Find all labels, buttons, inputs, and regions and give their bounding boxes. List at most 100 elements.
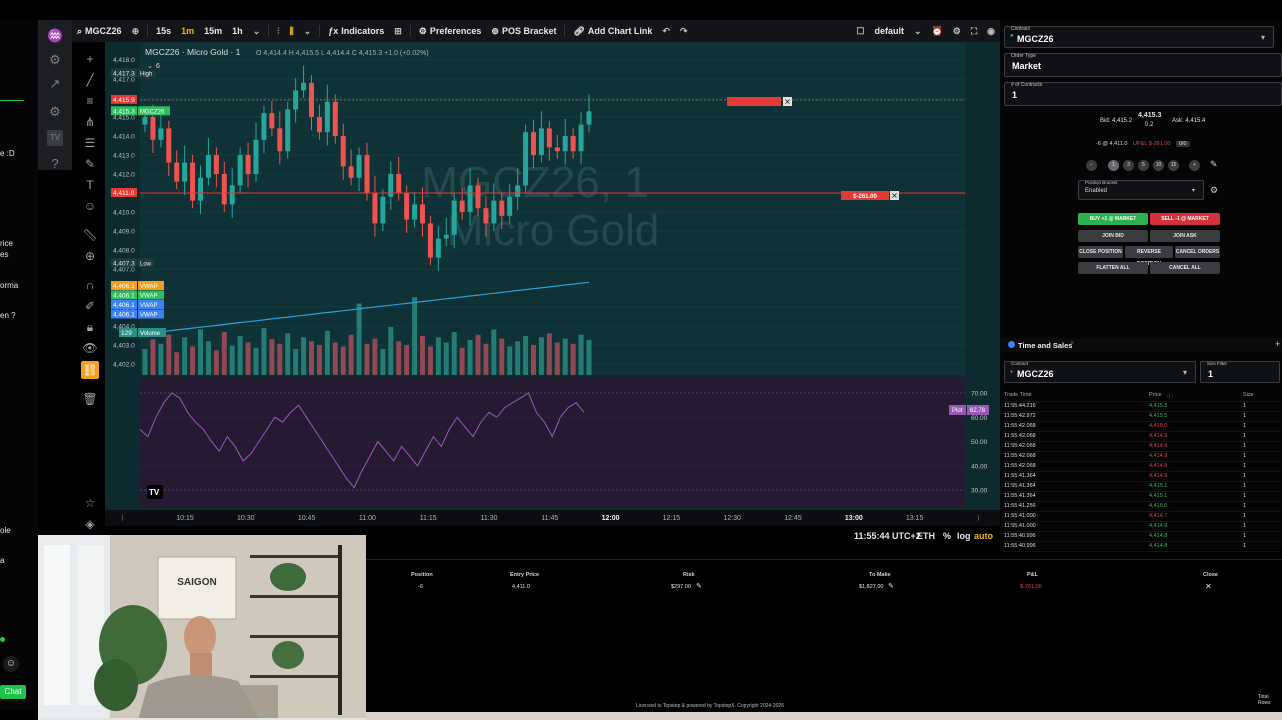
buy-market-button[interactable]: BUY +1 @ MARKET <box>1078 213 1148 225</box>
session-toggle[interactable]: ETH <box>917 531 935 541</box>
interval-1m[interactable]: 1m <box>176 26 199 36</box>
order-type-select[interactable]: Order Type Market <box>1004 53 1282 77</box>
col-trade-time: Trade Time <box>1004 392 1032 398</box>
interval-15s[interactable]: 15s <box>151 26 176 36</box>
chevron-down-icon[interactable]: ⌄ <box>248 26 266 37</box>
crosshair-icon[interactable]: + <box>81 50 99 68</box>
symbol-search[interactable]: ⌕ MGCZ26 <box>72 26 127 37</box>
pnl-badge: 0/0 <box>1175 141 1190 147</box>
tv-icon[interactable]: TV <box>47 130 63 146</box>
emoji-icon[interactable]: ☺ <box>81 197 99 215</box>
layers-icon[interactable]: ◈ <box>81 515 99 533</box>
layout-name[interactable]: default <box>869 26 909 36</box>
add-icon[interactable]: + <box>1275 339 1280 349</box>
chat-button[interactable]: Chat <box>0 685 26 699</box>
qty-1-button[interactable]: 1 <box>1108 160 1119 171</box>
horizontal-lines-icon[interactable]: ≡ <box>81 92 99 110</box>
candle-body <box>166 128 172 163</box>
trading-icon[interactable]: ♒ <box>47 28 63 44</box>
zoom-icon[interactable]: ⊕ <box>81 247 99 265</box>
close-icon[interactable]: × <box>1070 340 1074 347</box>
qty-10-button[interactable]: 10 <box>1153 160 1164 171</box>
emoji-icon[interactable]: ☺ <box>3 656 19 672</box>
edit-icon[interactable]: ✎ <box>888 582 894 590</box>
pencil-lock-icon[interactable]: ✐ <box>81 297 99 315</box>
indicator-toggle[interactable]: ⌄ 6 <box>143 60 165 71</box>
fib-icon[interactable]: ☰ <box>81 134 99 152</box>
edit-icon[interactable]: ✎ <box>696 582 702 590</box>
scroll-left-icon[interactable]: ⟨ <box>121 514 124 522</box>
pnl-marker[interactable]: $-261.00 ✕ <box>841 191 899 201</box>
qty-3-button[interactable]: 3 <box>1123 160 1134 171</box>
network-icon[interactable]: ⚙ <box>47 52 63 68</box>
online-dot <box>0 637 5 642</box>
chevron-down-icon[interactable]: ⌄ <box>909 26 927 37</box>
volume-bar <box>277 343 283 375</box>
sell-market-button[interactable]: SELL -1 @ MARKET <box>1150 213 1220 225</box>
trash-icon[interactable]: 🗑︎ <box>81 390 99 408</box>
pos-bracket-button[interactable]: ⊚ POS Bracket <box>486 26 561 37</box>
scroll-right-icon[interactable]: ⟩ <box>977 514 980 522</box>
fullscreen-icon[interactable]: ⛶ <box>966 26 982 37</box>
interval-1h[interactable]: 1h <box>227 26 248 36</box>
reverse-position-button[interactable]: REVERSE POSITION <box>1125 246 1173 267</box>
star-icon[interactable]: ☆ <box>81 494 99 512</box>
gear-icon[interactable]: ⚙ <box>1210 185 1218 196</box>
log-toggle[interactable]: log <box>957 531 971 541</box>
qty-15-button[interactable]: 15 <box>1168 160 1179 171</box>
help-icon[interactable]: ? <box>47 156 63 172</box>
close-icon[interactable]: ✕ <box>784 98 791 107</box>
edit-icon[interactable]: ✎ <box>1210 159 1218 170</box>
join-ask-button[interactable]: JOIN ASK <box>1150 230 1220 242</box>
preferences-button[interactable]: ⚙ Preferences <box>414 26 487 37</box>
magnet-icon[interactable]: ∩ <box>81 276 99 294</box>
qty-5-button[interactable]: 5 <box>1138 160 1149 171</box>
checkbox-icon[interactable]: ☐ <box>851 26 869 37</box>
size-filter-input[interactable]: Size Filter 1 <box>1200 361 1280 383</box>
contract-select[interactable]: Contract ● MGCZ26 ▾ <box>1004 26 1274 48</box>
ts-contract-select[interactable]: Contract ● MGCZ26 ▾ <box>1004 361 1196 383</box>
interval-15m[interactable]: 15m <box>199 26 227 36</box>
total-rows: Total Rows <box>1258 694 1271 706</box>
text-icon[interactable]: T <box>81 176 99 194</box>
position-bracket-select[interactable]: Position Bracket Enabled ▾ <box>1078 180 1204 200</box>
add-chart-link-button[interactable]: 🔗︎ Add Chart Link <box>568 26 657 37</box>
settings-icon[interactable]: ⚙ <box>948 26 966 37</box>
bar-style-icon[interactable]: ⫶ <box>272 26 284 37</box>
ruler-icon[interactable]: 📏︎ <box>81 226 99 244</box>
close-position-icon[interactable]: ✕ <box>1205 582 1212 591</box>
auto-toggle[interactable]: auto <box>974 531 993 541</box>
close-position-button[interactable]: CLOSE POSITION <box>1078 246 1123 258</box>
link-icon[interactable]: ⛓ <box>81 361 99 379</box>
camera-icon[interactable]: ◉ <box>982 26 1000 37</box>
contracts-input[interactable]: # of Contracts 1 <box>1004 82 1282 106</box>
price-chart[interactable]: MGCZ26, 1 Micro Gold 4,418.04,417.04,416… <box>105 42 1000 526</box>
qty-minus-button[interactable]: − <box>1086 160 1097 171</box>
volume-bar <box>261 328 267 375</box>
pitchfork-icon[interactable]: ⋔ <box>81 113 99 131</box>
join-bid-button[interactable]: JOIN BID <box>1078 230 1148 242</box>
volume-bar <box>174 352 180 375</box>
percent-toggle[interactable]: % <box>943 531 951 541</box>
trade-price: 4,415.5 <box>1149 413 1168 419</box>
trendline-icon[interactable]: ╱ <box>81 71 99 89</box>
undo-icon[interactable]: ↶ <box>657 26 675 37</box>
layouts-icon[interactable]: ⊞ <box>389 26 407 37</box>
alert-icon[interactable]: ⏰ <box>927 26 948 37</box>
cancel-all-button[interactable]: CANCEL ALL <box>1150 262 1220 274</box>
lock-icon[interactable]: 🔒︎ <box>81 318 99 336</box>
add-symbol-icon[interactable]: ⊕ <box>127 26 145 37</box>
cancel-orders-button[interactable]: CANCEL ORDERS <box>1175 246 1220 258</box>
shield-icon: ⊚ <box>491 25 499 36</box>
chart-line-icon[interactable]: ↗ <box>47 76 63 92</box>
qty-plus-button[interactable]: + <box>1189 160 1200 171</box>
flatten-all-button[interactable]: FLATTEN ALL <box>1078 262 1148 274</box>
chevron-down-icon[interactable]: ⌄ <box>299 26 317 37</box>
close-icon[interactable]: ✕ <box>891 192 898 201</box>
redo-icon[interactable]: ↷ <box>675 26 693 37</box>
settings-icon[interactable]: ⚙ <box>47 104 63 120</box>
brush-icon[interactable]: ✎ <box>81 155 99 173</box>
eye-icon[interactable]: 👁︎ <box>81 339 99 357</box>
indicators-button[interactable]: ƒx Indicators <box>323 26 389 36</box>
candle-style-icon[interactable]: ⫼ <box>285 26 299 37</box>
